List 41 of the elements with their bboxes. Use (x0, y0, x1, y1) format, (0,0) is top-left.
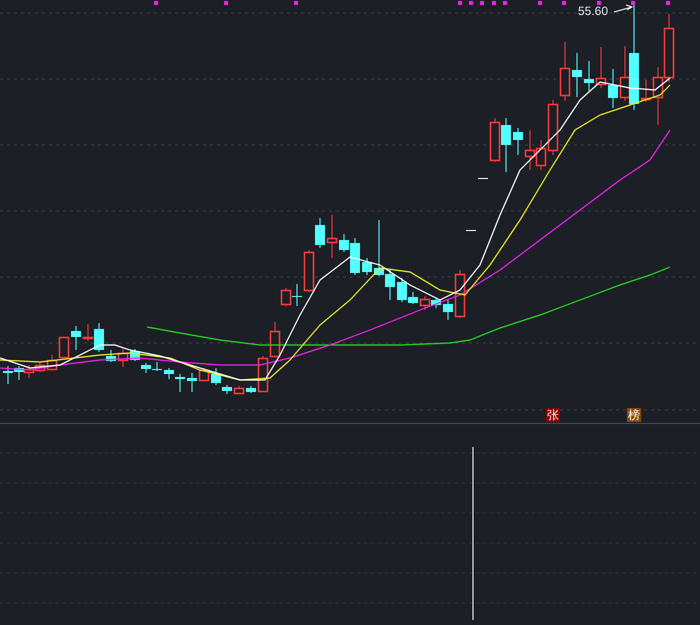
candlestick (198, 368, 210, 382)
candlestick (152, 362, 162, 372)
candlestick (141, 362, 151, 374)
candlestick (58, 336, 70, 358)
candlestick (362, 258, 372, 276)
candlestick (466, 230, 476, 232)
candlestick (513, 128, 523, 156)
pointer-arrow (614, 4, 634, 12)
signal-marker: 榜 (627, 408, 641, 422)
candlestick (572, 52, 582, 98)
candlestick (596, 46, 606, 88)
candlestick (664, 14, 674, 82)
candlestick (187, 372, 197, 392)
candlestick (478, 178, 488, 180)
candlestick (524, 130, 536, 170)
candlestick (420, 296, 430, 310)
candlestick (315, 218, 325, 248)
candlestick (490, 118, 500, 162)
candlestick (270, 322, 280, 358)
candlestick (234, 386, 244, 394)
peak-price-label: 55.60 (578, 4, 608, 18)
candlestick (280, 288, 292, 306)
candlestick (501, 118, 511, 172)
candlestick (326, 214, 338, 258)
candlestick (292, 284, 302, 306)
candlestick (3, 366, 13, 384)
candlestick (14, 366, 24, 380)
candlestick (106, 350, 116, 362)
candlestick (454, 270, 466, 318)
candlestick (24, 364, 34, 378)
candlestick (258, 356, 268, 392)
candlestick (608, 68, 618, 108)
candlestick (431, 298, 441, 308)
candlestick (584, 60, 594, 92)
candlestick (304, 250, 314, 292)
candlestick (71, 326, 81, 350)
candlestick (118, 348, 128, 368)
candlestick (246, 386, 256, 394)
signal-marker: 张 (546, 408, 560, 422)
candlestick (443, 300, 453, 320)
candlestick (560, 42, 570, 102)
